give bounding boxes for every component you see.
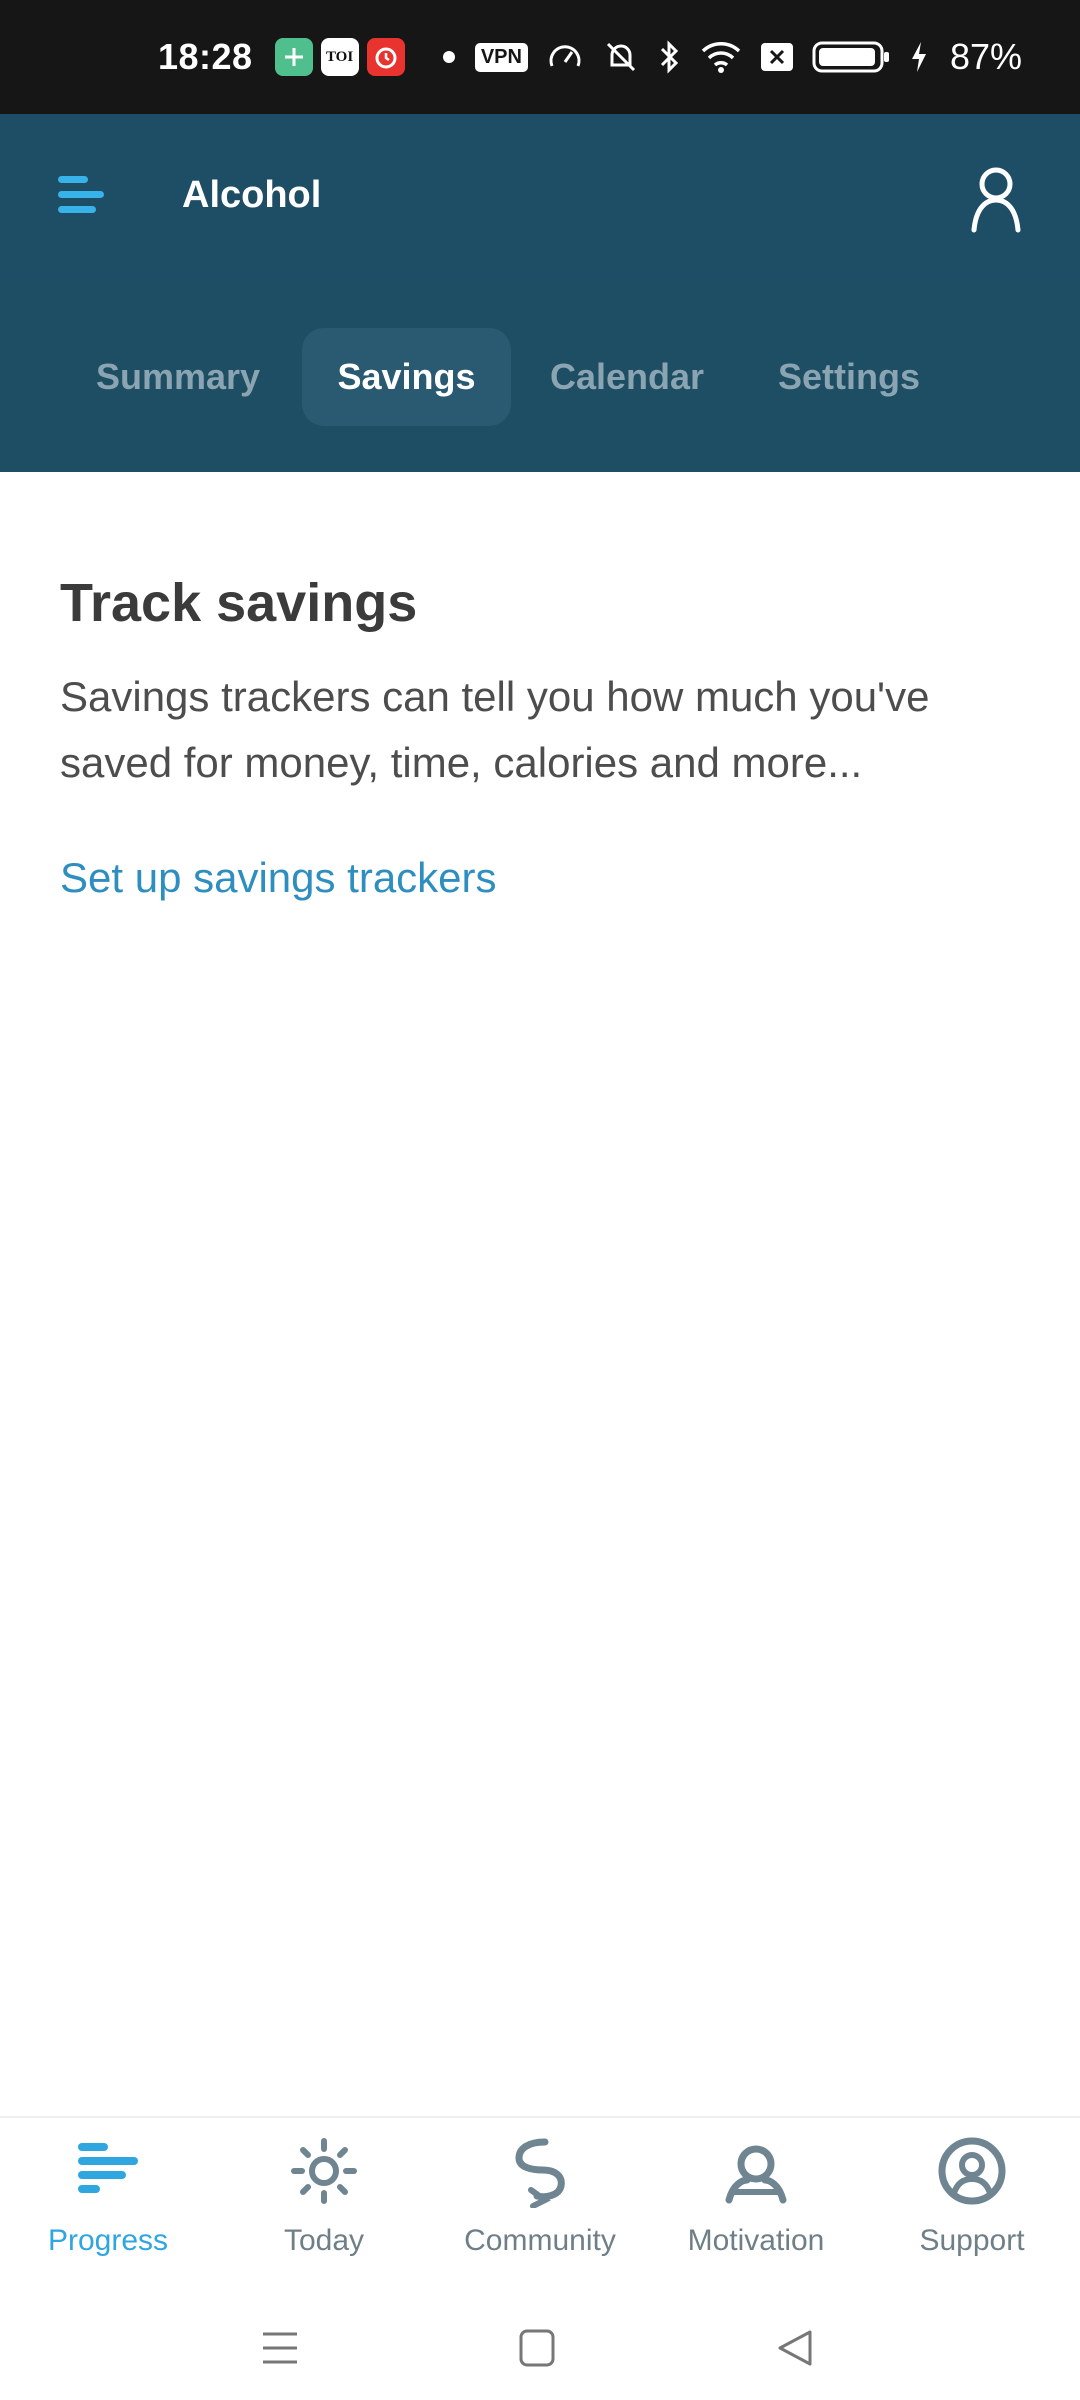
tab-summary[interactable]: Summary [60, 328, 296, 426]
more-notifications-dot [442, 51, 455, 63]
system-icons: VPN 87% [474, 36, 1022, 78]
wifi-icon [701, 42, 741, 73]
bottom-nav: Progress Today Community Motivation Supp… [0, 2116, 1080, 2288]
nav-support[interactable]: Support [864, 2118, 1080, 2288]
bluetooth-icon [660, 40, 679, 74]
nav-today[interactable]: Today [216, 2118, 432, 2288]
mute-bell-icon [606, 42, 635, 72]
tab-settings[interactable]: Settings [742, 328, 956, 426]
nav-label-progress: Progress [47, 2224, 169, 2257]
vpn-badge: VPN [474, 42, 528, 72]
back-icon[interactable] [776, 2328, 814, 2368]
tab-savings[interactable]: Savings [302, 328, 511, 426]
nav-label-community: Community [464, 2224, 616, 2257]
system-nav-bar [0, 2288, 1080, 2400]
sun-icon [285, 2132, 363, 2210]
person-icon[interactable] [968, 164, 1024, 234]
progress-bars-icon [69, 2132, 147, 2210]
setup-savings-link[interactable]: Set up savings trackers [60, 854, 497, 902]
hamburger-menu-icon[interactable] [58, 176, 110, 220]
nav-progress[interactable]: Progress [0, 2118, 216, 2288]
nav-label-motivation: Motivation [687, 2224, 825, 2257]
main-content: Track savings Savings trackers can tell … [60, 572, 1020, 902]
toi-icon: TOI [320, 38, 359, 76]
battery-percent: 87% [949, 36, 1022, 77]
alarm-red-icon [366, 38, 405, 76]
nav-motivation[interactable]: Motivation [648, 2118, 864, 2288]
no-sim-icon [760, 43, 793, 71]
nav-label-support: Support [919, 2224, 1025, 2257]
speed-icon [549, 45, 581, 67]
page-title[interactable]: Alcohol [182, 174, 321, 217]
lifebuoy-icon [933, 2132, 1011, 2210]
status-time: 18:28 [158, 36, 253, 77]
status-bar: 18:28 TOI VPN 87% [0, 0, 1080, 114]
section-heading: Track savings [60, 573, 418, 633]
app-green-icon [274, 38, 313, 76]
community-icon [501, 2132, 579, 2210]
tab-bar: Summary Savings Calendar Settings [0, 284, 1080, 472]
nav-label-today: Today [283, 2224, 365, 2257]
notification-icons: TOI [274, 38, 455, 76]
app-header: Alcohol [0, 114, 1080, 284]
motivation-icon [717, 2132, 795, 2210]
charging-icon [911, 42, 926, 72]
nav-community[interactable]: Community [432, 2118, 648, 2288]
section-description: Savings trackers can tell you how much y… [60, 673, 930, 786]
home-icon[interactable] [518, 2328, 556, 2368]
battery-icon [812, 41, 889, 73]
recents-icon[interactable] [261, 2328, 299, 2368]
tab-calendar[interactable]: Calendar [514, 328, 740, 426]
